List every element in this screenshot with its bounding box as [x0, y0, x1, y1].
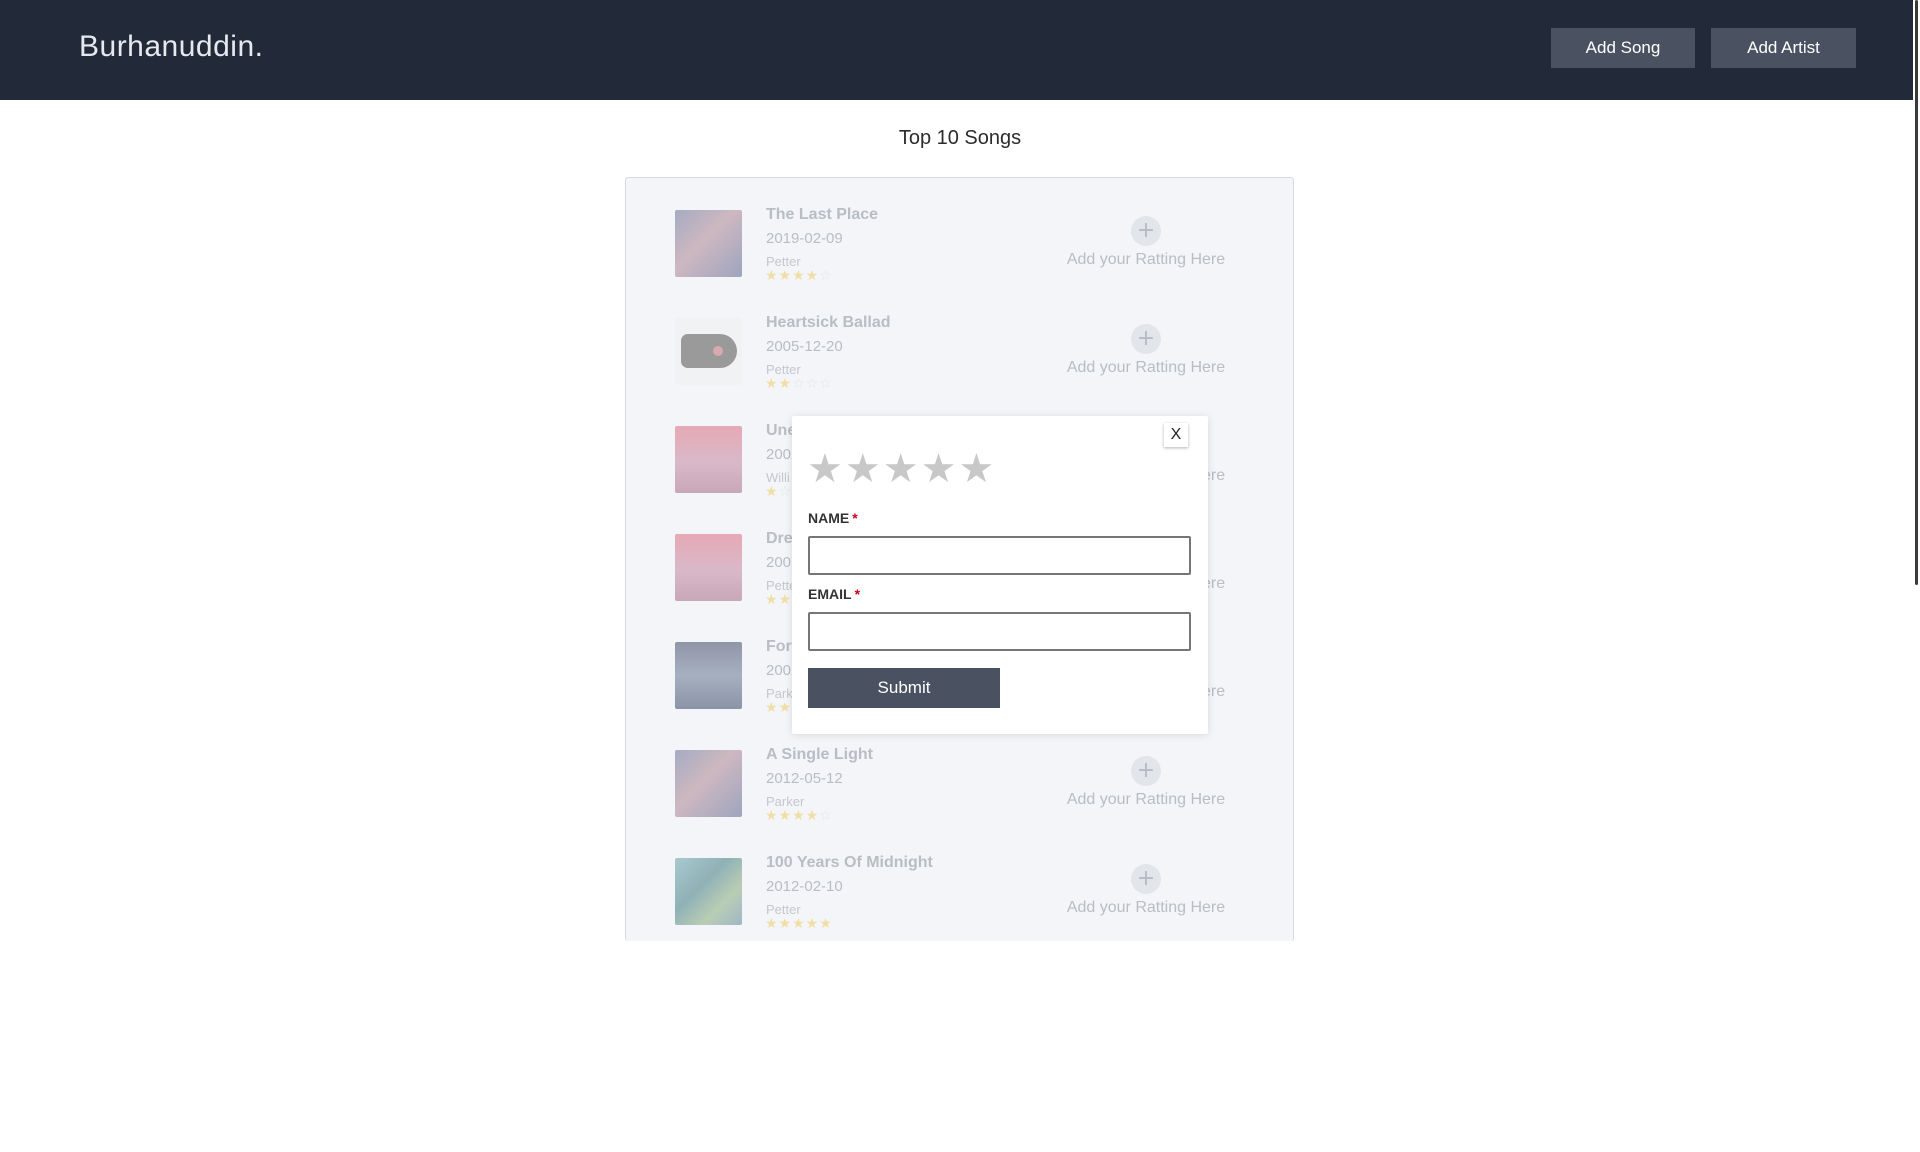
song-artist: Park	[766, 686, 793, 701]
plus-icon[interactable]: +	[1131, 324, 1161, 354]
song-artist: Petter	[766, 362, 801, 377]
close-button[interactable]: X	[1164, 423, 1188, 447]
email-label-text: EMAIL	[808, 586, 852, 602]
song-rating-stars: ★★★★☆	[765, 268, 833, 284]
song-title: The Last Place	[766, 206, 879, 223]
submit-button[interactable]: Submit	[808, 668, 1000, 708]
add-rating-label[interactable]: Add your Ratting Here	[1046, 791, 1246, 809]
song-title: 100 Years Of Midnight	[766, 854, 933, 871]
add-rating-control[interactable]: + Add your Ratting Here	[1046, 756, 1246, 809]
plus-icon[interactable]: +	[1131, 756, 1161, 786]
required-marker: *	[854, 586, 861, 602]
add-rating-control[interactable]: + Add your Ratting Here	[1046, 216, 1246, 269]
song-rating-stars: ★★☆☆☆	[765, 376, 833, 392]
add-rating-label[interactable]: Add your Ratting Here	[1046, 251, 1246, 269]
add-artist-button[interactable]: Add Artist	[1711, 28, 1856, 68]
top-navbar: Burhanuddin. Add Song Add Artist	[0, 0, 1920, 100]
name-label: NAME *	[808, 510, 858, 526]
add-rating-control[interactable]: + Add your Ratting Here	[1046, 864, 1246, 917]
album-cover	[675, 858, 742, 925]
song-row: Heartsick Ballad 2005-12-20 Petter ★★☆☆☆…	[626, 286, 1293, 391]
song-release-date: 2005-12-20	[766, 338, 843, 355]
required-marker: *	[852, 510, 858, 526]
name-label-text: NAME	[808, 510, 850, 526]
song-rating-stars: ★★★★★	[765, 916, 833, 932]
page-title: Top 10 Songs	[898, 127, 1022, 149]
plus-icon[interactable]: +	[1131, 864, 1161, 894]
page-scrollbar-thumb[interactable]	[1915, 0, 1918, 585]
album-cover	[675, 750, 742, 817]
song-release-date: 200	[766, 446, 792, 463]
add-song-button[interactable]: Add Song	[1551, 28, 1695, 68]
album-cover	[675, 318, 742, 385]
song-artist: Parker	[766, 794, 805, 809]
song-row: The Last Place 2019-02-09 Petter ★★★★☆ +…	[626, 178, 1293, 283]
song-release-date: 2019-02-09	[766, 230, 843, 247]
album-cover	[675, 642, 742, 709]
star-rating-input[interactable]: ★★★★★	[807, 446, 996, 492]
song-rating-stars: ★★★★☆	[765, 808, 833, 824]
song-release-date: 200	[766, 554, 792, 571]
song-title: Dre	[766, 530, 793, 547]
song-artist: Petter	[766, 254, 801, 269]
name-field[interactable]	[808, 536, 1191, 575]
album-cover	[675, 210, 742, 277]
email-label: EMAIL *	[808, 586, 860, 602]
song-title: For	[766, 638, 792, 655]
add-rating-label[interactable]: Add your Ratting Here	[1046, 359, 1246, 377]
song-row: 100 Years Of Midnight 2012-02-10 Petter …	[626, 826, 1293, 931]
plus-icon[interactable]: +	[1131, 216, 1161, 246]
email-field[interactable]	[808, 612, 1191, 651]
song-release-date: 2012-02-10	[766, 878, 843, 895]
song-artist: Willi	[766, 470, 790, 485]
album-cover	[675, 426, 742, 493]
song-title: A Single Light	[766, 746, 873, 763]
add-rating-control[interactable]: + Add your Ratting Here	[1046, 324, 1246, 377]
brand-logo-text[interactable]: Burhanuddin.	[79, 30, 263, 64]
rating-modal: X ★★★★★ NAME * EMAIL * Submit	[792, 416, 1208, 734]
add-rating-label[interactable]: Add your Ratting Here	[1046, 899, 1246, 917]
song-title: Heartsick Ballad	[766, 314, 891, 331]
song-release-date: 200	[766, 662, 792, 679]
album-cover	[675, 534, 742, 601]
song-artist: Petter	[766, 902, 801, 917]
song-release-date: 2012-05-12	[766, 770, 843, 787]
